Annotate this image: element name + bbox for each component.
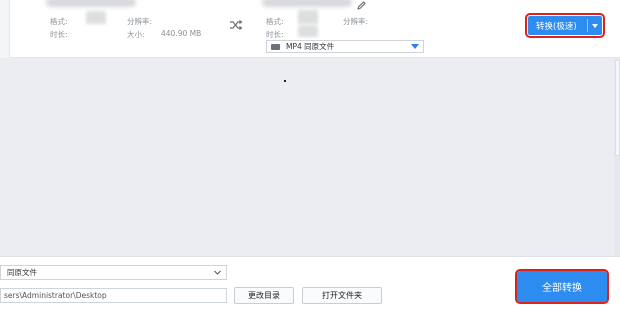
- output-format-value: MP4 同原文件: [286, 42, 335, 51]
- target-duration-label: 时长:: [266, 30, 284, 39]
- caret-down-icon: [592, 23, 598, 28]
- target-duration-value-blurred: [298, 25, 318, 37]
- source-format-label: 格式:: [50, 17, 68, 26]
- convert-all-button[interactable]: 全部转换: [515, 269, 609, 304]
- change-directory-button[interactable]: 更改目录: [234, 287, 294, 304]
- scrollbar-thumb[interactable]: [615, 60, 620, 156]
- target-format-value-blurred: [298, 10, 318, 24]
- output-format-dropdown[interactable]: 同原文件: [0, 265, 227, 280]
- source-size-value: 440.90 MB: [161, 29, 202, 38]
- output-path-field[interactable]: sers\Administrator\Desktop: [0, 288, 227, 303]
- output-format-dropdown-value: 同原文件: [7, 268, 37, 277]
- open-folder-button[interactable]: 打开文件夹: [302, 287, 382, 304]
- convert-dropdown-toggle[interactable]: [588, 23, 602, 28]
- convert-fast-button[interactable]: 转换(极速): [525, 13, 605, 38]
- target-format-label: 格式:: [266, 17, 284, 26]
- file-row: 格式: 分辨率: 时长: 大小: 440.90 MB 格式: 分辨率: 时长: …: [0, 0, 620, 58]
- source-duration-label: 时长:: [50, 30, 68, 39]
- shuffle-icon: [230, 20, 243, 30]
- edit-icon[interactable]: [357, 1, 366, 10]
- target-resolution-label: 分辨率:: [343, 17, 369, 26]
- source-format-value-blurred: [86, 11, 106, 24]
- file-thumbnail: [0, 0, 10, 58]
- mouse-cursor-dot: [284, 80, 286, 82]
- caret-down-icon: [411, 44, 419, 49]
- source-filename-blurred: [46, 0, 136, 7]
- file-list-area: [0, 58, 620, 256]
- output-format-select[interactable]: MP4 同原文件: [266, 40, 424, 53]
- convert-fast-label: 转换(极速): [536, 21, 577, 32]
- video-icon: [271, 43, 280, 50]
- target-filename-blurred: [262, 0, 352, 7]
- chevron-down-icon: [214, 270, 221, 275]
- source-resolution-label: 分辨率:: [127, 17, 153, 26]
- source-size-label: 大小:: [127, 30, 145, 39]
